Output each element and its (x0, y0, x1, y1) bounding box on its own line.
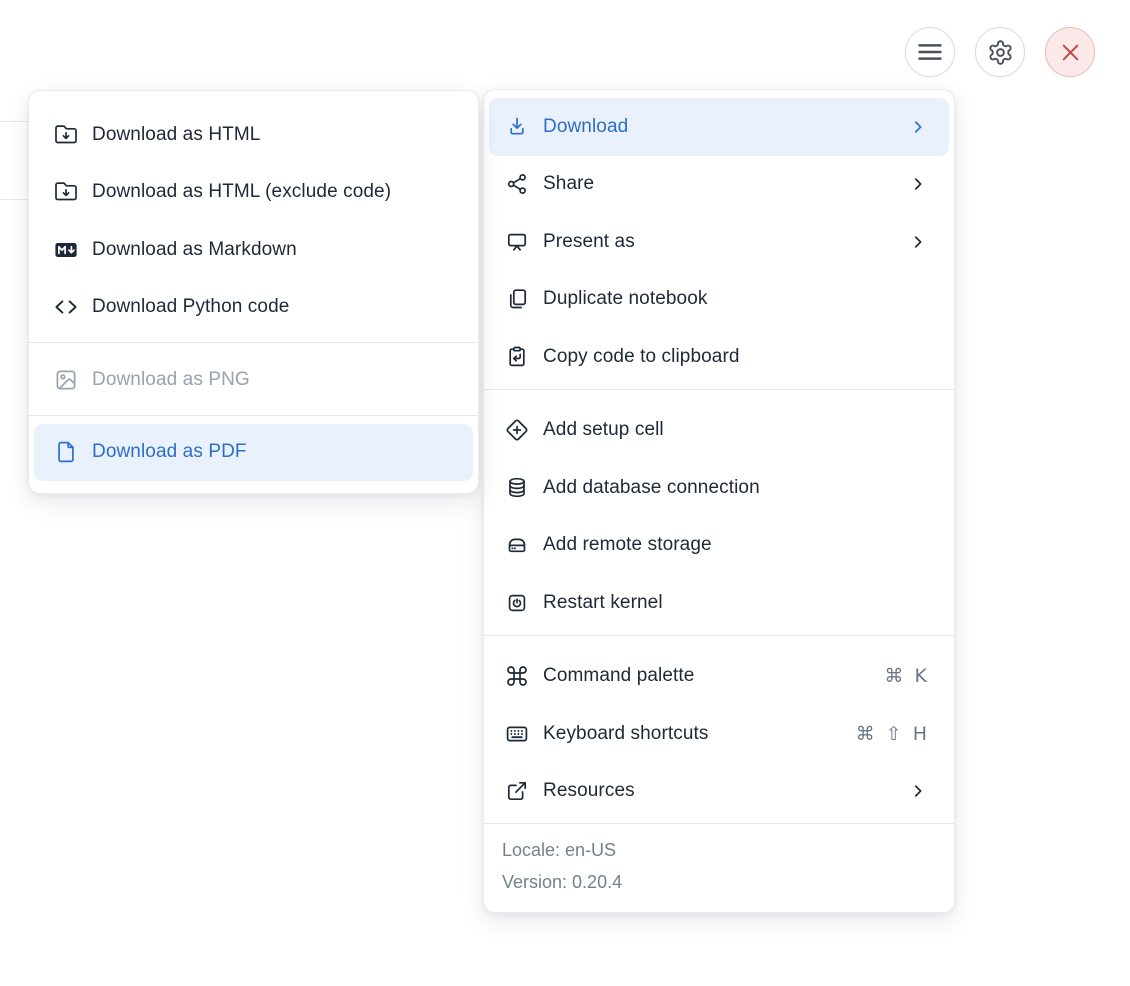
menu-item-copy-code-to-clipboard[interactable]: Copy code to clipboard (489, 328, 949, 386)
menu-item-label: Download (543, 115, 629, 137)
markdown-icon (54, 238, 78, 262)
menu-item-label: Copy code to clipboard (543, 345, 740, 367)
locale-text: Locale: en-US (502, 840, 617, 860)
menu-item-label: Add database connection (543, 476, 760, 498)
menu-item-command-palette[interactable]: Command palette ⌘ K (489, 648, 949, 706)
power-square-icon (505, 591, 529, 615)
menu-item-download-as-html-exclude-code[interactable]: Download as HTML (exclude code) (34, 164, 473, 222)
menu-footer: Locale: en-US Version: 0.20.4 (484, 823, 954, 912)
download-submenu: Download as HTML Download as HTML (exclud… (28, 90, 479, 494)
menu-item-label: Download Python code (92, 296, 290, 318)
chevron-right-icon (909, 233, 927, 251)
settings-button[interactable] (975, 27, 1025, 77)
menu-item-add-database-connection[interactable]: Add database connection (489, 459, 949, 517)
menu-item-download[interactable]: Download (489, 98, 949, 156)
version-text: Version: 0.20.4 (502, 872, 623, 892)
menu-item-download-as-markdown[interactable]: Download as Markdown (34, 221, 473, 279)
presentation-icon (505, 230, 529, 254)
menu-item-label: Download as PDF (92, 441, 247, 463)
menu-item-download-as-png: Download as PNG (34, 351, 473, 409)
menu-item-label: Download as Markdown (92, 238, 297, 260)
menu-item-add-setup-cell[interactable]: Add setup cell (489, 402, 949, 460)
menu-item-label: Share (543, 173, 595, 195)
close-icon (1058, 40, 1083, 65)
menu-item-label: Resources (543, 780, 635, 802)
toolbar (905, 27, 1095, 77)
background-cell-border (0, 199, 29, 200)
close-button[interactable] (1045, 27, 1095, 77)
menu-item-download-as-pdf[interactable]: Download as PDF (34, 423, 473, 481)
menu-item-label: Duplicate notebook (543, 288, 708, 310)
menu-item-label: Restart kernel (543, 591, 663, 613)
gear-icon (987, 39, 1014, 66)
notebook-menu-button[interactable] (905, 27, 955, 77)
menu-item-present-as[interactable]: Present as (489, 213, 949, 271)
chevron-right-icon (909, 175, 927, 193)
hard-drive-icon (505, 533, 529, 557)
chevron-right-icon (909, 118, 927, 136)
menu-item-label: Present as (543, 230, 635, 252)
keyboard-shortcut: ⌘ ⇧ H (855, 722, 927, 745)
database-icon (505, 476, 529, 500)
menu-item-label: Add remote storage (543, 534, 712, 556)
menu-separator (484, 634, 954, 636)
chevron-right-icon (909, 782, 927, 800)
file-icon (54, 440, 78, 464)
menu-item-label: Add setup cell (543, 419, 664, 441)
hamburger-icon (916, 38, 944, 66)
keyboard-icon (505, 722, 529, 746)
command-icon (505, 664, 529, 688)
menu-separator (29, 414, 478, 416)
keyboard-shortcut: ⌘ K (884, 665, 927, 688)
menu-item-label: Command palette (543, 665, 695, 687)
menu-item-resources[interactable]: Resources (489, 763, 949, 821)
menu-item-duplicate-notebook[interactable]: Duplicate notebook (489, 271, 949, 329)
menu-separator (484, 388, 954, 390)
menu-item-label: Download as HTML (92, 123, 261, 145)
menu-item-label: Keyboard shortcuts (543, 722, 709, 744)
clipboard-arrow-icon (505, 345, 529, 369)
menu-item-label: Download as HTML (exclude code) (92, 181, 392, 203)
menu-item-add-remote-storage[interactable]: Add remote storage (489, 517, 949, 575)
menu-item-restart-kernel[interactable]: Restart kernel (489, 574, 949, 632)
notebook-overlay: Download Share Present as Duplicate noteboo… (0, 0, 1130, 986)
share-icon (505, 172, 529, 196)
menu-item-download-python-code[interactable]: Download Python code (34, 279, 473, 337)
diamond-plus-icon (505, 418, 529, 442)
duplicate-icon (505, 287, 529, 311)
menu-item-share[interactable]: Share (489, 156, 949, 214)
menu-item-download-as-html[interactable]: Download as HTML (34, 106, 473, 164)
folder-down-icon (54, 123, 78, 147)
download-icon (505, 115, 529, 139)
code-icon (54, 295, 78, 319)
external-link-icon (505, 779, 529, 803)
menu-separator (29, 342, 478, 343)
image-icon (54, 368, 78, 392)
notebook-actions-menu: Download Share Present as Duplicate noteboo… (483, 89, 955, 913)
menu-item-label: Download as PNG (92, 368, 250, 390)
background-cell-border (0, 121, 29, 122)
menu-item-keyboard-shortcuts[interactable]: Keyboard shortcuts ⌘ ⇧ H (489, 705, 949, 763)
folder-down-icon (54, 180, 78, 204)
